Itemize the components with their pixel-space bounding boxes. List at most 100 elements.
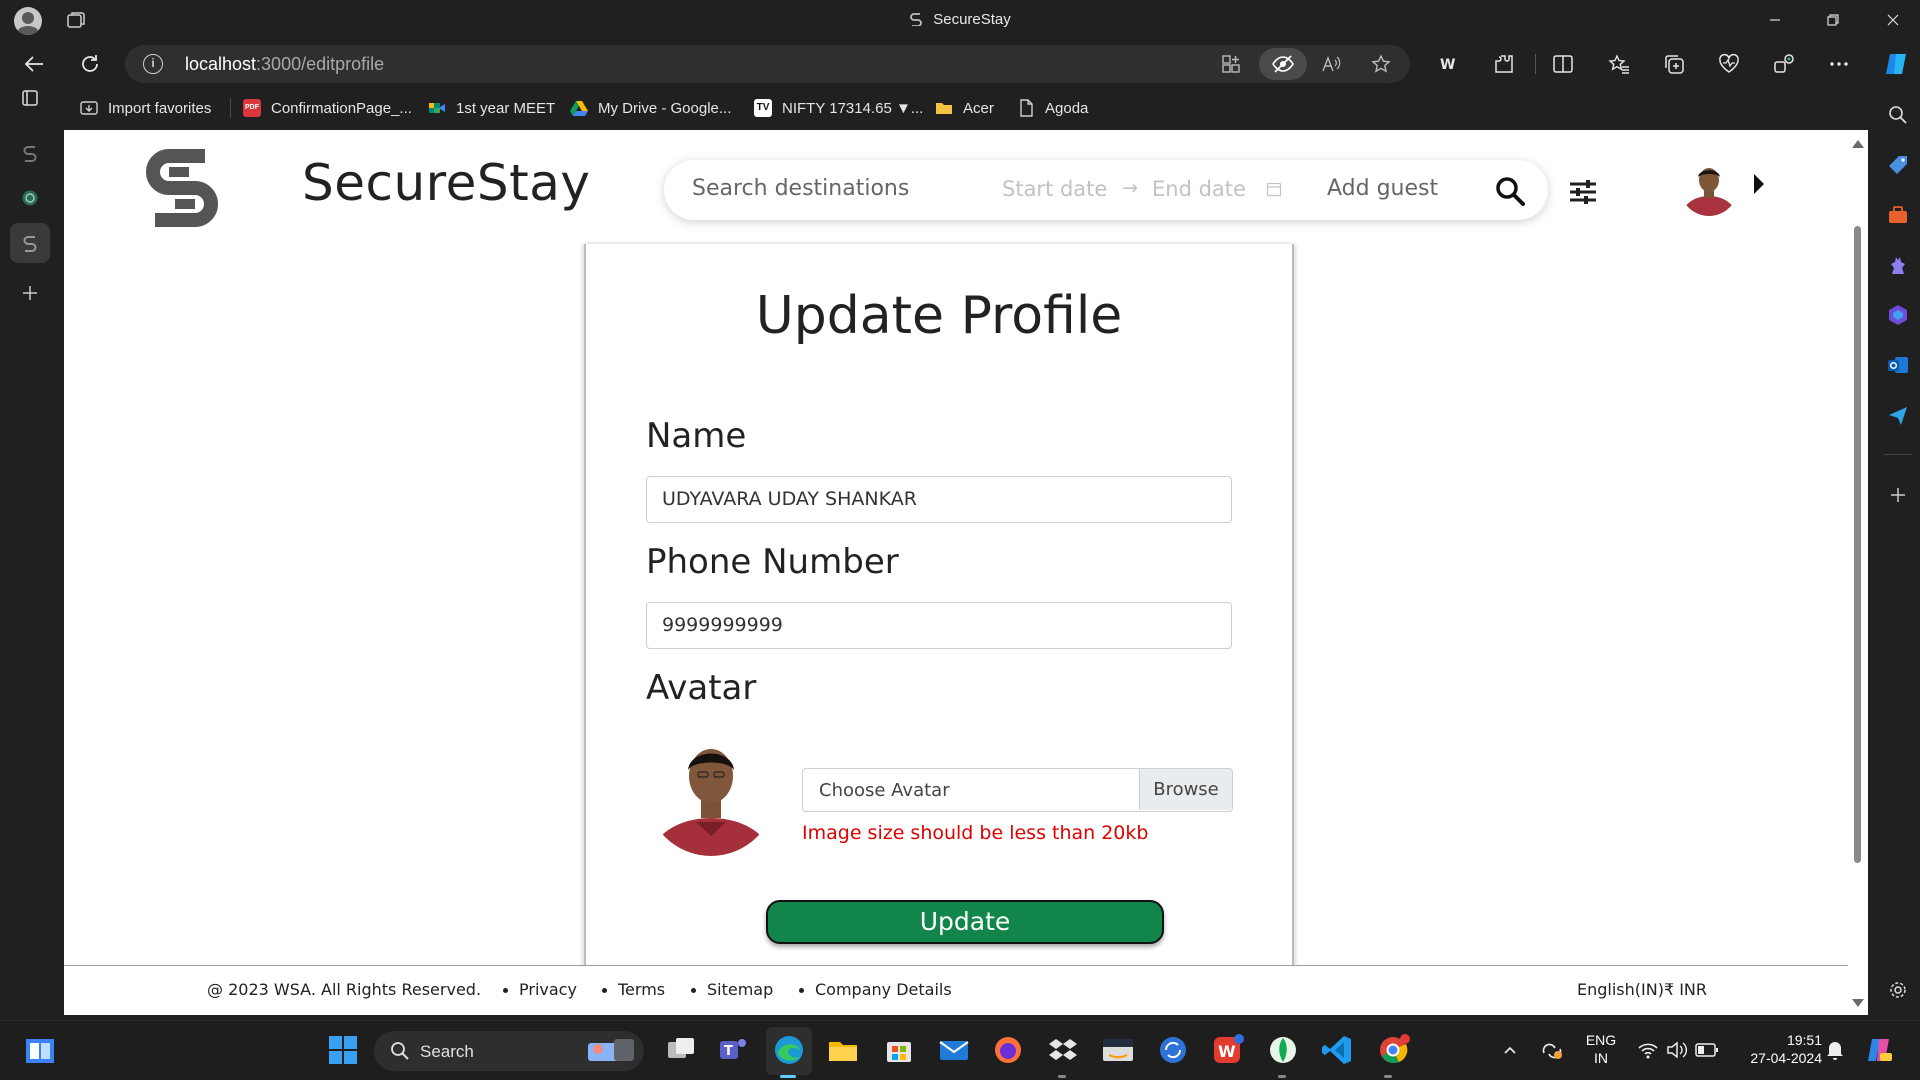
securestay-logo-icon[interactable]: [139, 142, 225, 240]
read-aloud-icon[interactable]: [1320, 53, 1342, 75]
chrome-icon[interactable]: [1376, 1033, 1410, 1067]
mongodb-compass-icon[interactable]: [1266, 1033, 1300, 1067]
dropbox-icon[interactable]: [1046, 1033, 1080, 1067]
scroll-down-icon[interactable]: [1852, 999, 1864, 1007]
avatar-file-input[interactable]: Choose Avatar Browse: [802, 768, 1233, 812]
microsoft-store-icon[interactable]: [882, 1033, 916, 1067]
close-window-button[interactable]: [1870, 0, 1916, 40]
footer-link-terms[interactable]: Terms: [618, 980, 665, 999]
onedrive-sync-icon[interactable]: [1540, 1039, 1564, 1061]
site-info-icon[interactable]: i: [143, 54, 163, 74]
phone-input[interactable]: 9999999999: [646, 602, 1232, 649]
new-tab-icon[interactable]: [10, 273, 50, 313]
tools-icon[interactable]: [1886, 203, 1910, 227]
browse-button[interactable]: Browse: [1139, 769, 1232, 810]
page-scrollbar[interactable]: [1848, 130, 1868, 1015]
sidebar-settings-icon[interactable]: [1886, 978, 1910, 1002]
bookmark-1st-year-meet[interactable]: 1st year MEET: [428, 96, 555, 120]
scroll-up-icon[interactable]: [1852, 140, 1864, 148]
notification-bell-icon[interactable]: [1825, 1039, 1845, 1061]
taskbar-search-box[interactable]: Search: [374, 1031, 644, 1071]
destination-search-input[interactable]: Search destinations: [692, 176, 909, 201]
translate-icon[interactable]: W: [1438, 53, 1460, 75]
file-explorer-icon[interactable]: [826, 1033, 860, 1067]
wifi-icon[interactable]: [1637, 1040, 1659, 1060]
bookmark-nifty[interactable]: TV NIFTY 17314.65 ▼...: [754, 96, 923, 120]
add-sidebar-app-icon[interactable]: [1886, 483, 1910, 507]
brand-name[interactable]: SecureStay: [302, 154, 590, 212]
bookmark-my-drive[interactable]: My Drive - Google...: [570, 96, 731, 120]
outlook-icon[interactable]: [1886, 353, 1910, 377]
bookmark-acer[interactable]: Acer: [935, 96, 994, 120]
calendar-icon[interactable]: [1266, 181, 1282, 197]
battery-icon[interactable]: [1695, 1042, 1719, 1058]
volume-icon[interactable]: [1665, 1040, 1687, 1060]
start-date-input[interactable]: Start date: [1002, 177, 1107, 201]
task-view-icon[interactable]: [664, 1033, 698, 1067]
share-icon[interactable]: [1773, 53, 1795, 75]
address-bar[interactable]: i localhost:3000/editprofile: [125, 45, 1410, 83]
footer-link-privacy[interactable]: Privacy: [519, 980, 577, 999]
show-hidden-icons-icon[interactable]: [1502, 1042, 1518, 1058]
collections-icon[interactable]: [1663, 53, 1685, 75]
shopping-tag-icon[interactable]: [1886, 153, 1910, 177]
clock[interactable]: 19:51 27-04-2024: [1730, 1031, 1822, 1067]
footer-link-sitemap[interactable]: Sitemap: [707, 980, 773, 999]
favorites-icon[interactable]: [1608, 53, 1630, 75]
refresh-icon[interactable]: [78, 52, 102, 76]
footer-link-company-details[interactable]: Company Details: [815, 980, 952, 999]
scrollbar-thumb[interactable]: [1854, 226, 1861, 863]
tab-actions-sidebar-icon[interactable]: [10, 78, 50, 118]
footer-bullet: [691, 988, 696, 993]
name-input[interactable]: UDYAVARA UDAY SHANKAR: [646, 476, 1232, 523]
user-avatar[interactable]: [1680, 158, 1738, 216]
add-guest-input[interactable]: Add guest: [1327, 176, 1438, 201]
teams-icon[interactable]: T: [716, 1033, 750, 1067]
firefox-icon[interactable]: [991, 1033, 1025, 1067]
office-icon[interactable]: [1886, 303, 1910, 327]
minimize-button[interactable]: [1752, 0, 1798, 40]
games-icon[interactable]: [1886, 253, 1910, 277]
widgets-icon[interactable]: [24, 1035, 56, 1067]
mail-icon[interactable]: [937, 1033, 971, 1067]
bookmark-confirmation-page[interactable]: PDF ConfirmationPage_...: [243, 96, 412, 120]
amazon-icon[interactable]: [1101, 1033, 1135, 1067]
restore-button[interactable]: [1810, 0, 1856, 40]
toolbar: i localhost:3000/editprofile W: [0, 40, 1920, 88]
language-currency-selector[interactable]: English(IN)₹ INR: [1577, 980, 1707, 999]
tab-securestay-active[interactable]: [10, 223, 50, 263]
back-icon[interactable]: [22, 52, 46, 76]
tracking-prevention-button[interactable]: [1259, 48, 1307, 80]
search-icon[interactable]: [1494, 175, 1526, 207]
edge-icon[interactable]: [772, 1033, 806, 1067]
update-button[interactable]: Update: [766, 900, 1164, 944]
sidebar-search-icon[interactable]: [1886, 103, 1910, 127]
chrome-running-indicator: [1384, 1075, 1392, 1078]
windows-start-icon[interactable]: [326, 1033, 360, 1067]
more-menu-icon[interactable]: [1828, 53, 1850, 75]
language-indicator[interactable]: ENG IN: [1580, 1031, 1622, 1067]
tab-chatgpt[interactable]: [10, 178, 50, 218]
avatar-file-placeholder[interactable]: Choose Avatar: [819, 780, 950, 801]
page-icon: [1020, 99, 1033, 117]
copilot-icon[interactable]: [1882, 50, 1910, 78]
user-menu-caret-icon[interactable]: [1754, 174, 1764, 194]
copyright-text: @ 2023 WSA. All Rights Reserved.: [207, 980, 482, 999]
filter-sliders-icon[interactable]: [1567, 176, 1599, 208]
split-screen-icon[interactable]: [1552, 53, 1574, 75]
region-code: IN: [1594, 1050, 1608, 1066]
vscode-icon[interactable]: [1320, 1033, 1354, 1067]
browser-essentials-icon[interactable]: [1718, 53, 1740, 75]
url-text[interactable]: localhost:3000/editprofile: [185, 54, 384, 75]
app-available-icon[interactable]: [1220, 53, 1242, 75]
end-date-input[interactable]: End date: [1152, 177, 1246, 201]
extensions-icon[interactable]: [1493, 53, 1515, 75]
favorite-star-icon[interactable]: [1370, 53, 1392, 75]
sync-app-icon[interactable]: [1156, 1033, 1190, 1067]
send-icon[interactable]: [1886, 403, 1910, 427]
bookmark-import-favorites[interactable]: Import favorites: [80, 96, 211, 120]
bookmark-agoda[interactable]: Agoda: [1017, 96, 1088, 120]
wps-office-icon[interactable]: W: [1211, 1033, 1245, 1067]
copilot-taskbar-icon[interactable]: [1864, 1035, 1894, 1065]
tab-securestay-1[interactable]: [10, 133, 50, 173]
